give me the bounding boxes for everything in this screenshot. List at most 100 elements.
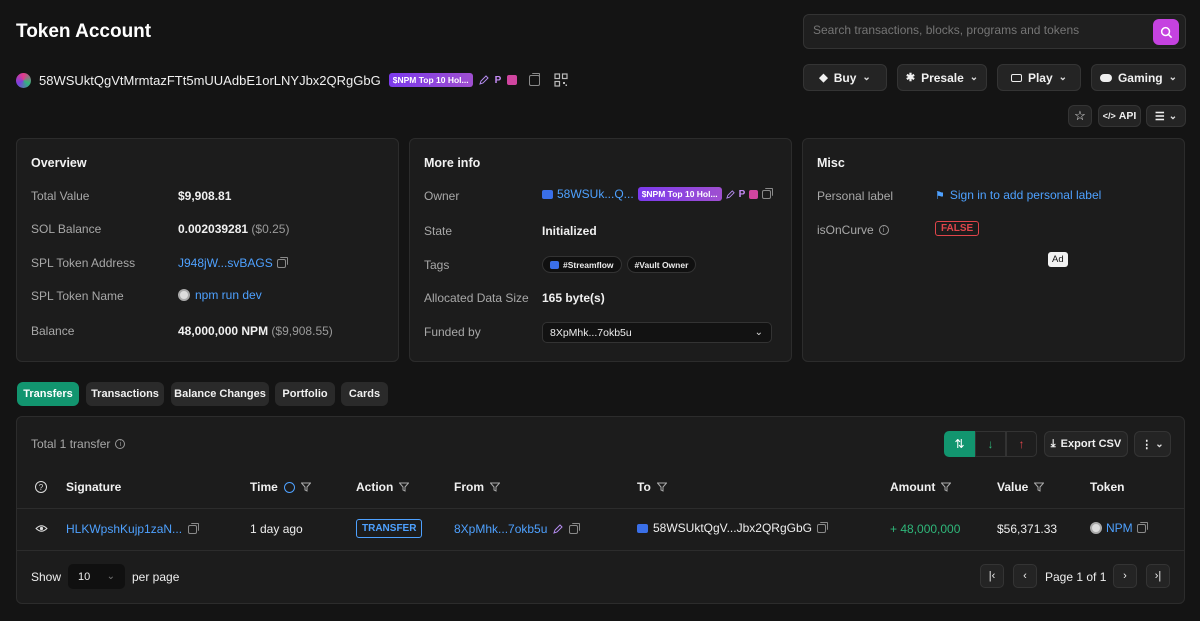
chevron-down-icon: ⌄	[1168, 72, 1178, 83]
eye-icon[interactable]	[35, 524, 48, 533]
on-curve-badge: FALSE	[935, 221, 980, 236]
per-page-select[interactable]: 10 ⌄	[68, 564, 125, 589]
copy-icon[interactable]	[569, 522, 581, 534]
copy-icon[interactable]	[188, 522, 200, 534]
filter-icon[interactable]	[1034, 482, 1045, 492]
to-header[interactable]: To	[637, 480, 667, 494]
from-cell[interactable]: 8XpMhk...7okb5u	[454, 522, 581, 536]
gamepad-icon	[1099, 73, 1112, 82]
ad-label[interactable]: Ad	[1048, 252, 1068, 267]
chevron-down-icon: ⌄	[969, 72, 979, 83]
is-on-curve-label: isOnCurve i	[817, 223, 889, 237]
tab-portfolio[interactable]: Portfolio	[275, 382, 335, 406]
total-transfers: Total 1 transfer i	[31, 437, 126, 451]
owner-top-holder-badge[interactable]: $NPM Top 10 Hol...	[637, 187, 722, 201]
pencil-icon[interactable]	[725, 189, 735, 199]
download-icon: ⤓	[1050, 437, 1056, 450]
filter-icon[interactable]	[300, 482, 311, 492]
copy-icon[interactable]	[1136, 521, 1148, 533]
action-header[interactable]: Action	[356, 480, 410, 494]
filter-icon[interactable]	[656, 482, 667, 492]
funded-by-select[interactable]: 8XpMhk...7okb5u ⌄	[542, 322, 772, 343]
pencil-icon[interactable]	[478, 75, 489, 85]
export-csv-button[interactable]: ⤓ Export CSV	[1044, 431, 1128, 457]
search-bar[interactable]	[803, 14, 1186, 49]
tab-transfers[interactable]: Transfers	[17, 382, 79, 406]
top-holder-badge[interactable]: $NPM Top 10 Hol...	[388, 73, 473, 87]
time-cell: 1 day ago	[250, 522, 303, 536]
filter-icon[interactable]	[399, 482, 410, 492]
state-value: Initialized	[542, 224, 597, 238]
sign-in-link[interactable]: ⚑ Sign in to add personal label	[935, 188, 1101, 202]
show-label: Show	[31, 570, 62, 584]
spl-address[interactable]: J948jW...svBAGS	[178, 256, 288, 270]
sort-both-button[interactable]: ⇅	[944, 431, 975, 457]
copy-icon[interactable]	[762, 187, 774, 199]
column-menu-button[interactable]: ⋮ ⌄	[1134, 431, 1171, 457]
list-menu-button[interactable]: ☰ ⌄	[1146, 105, 1186, 127]
tag-streamflow[interactable]: #Streamflow	[542, 256, 622, 273]
info-icon[interactable]: i	[115, 439, 126, 449]
qr-code-icon[interactable]	[554, 73, 568, 87]
amount-cell: + 48,000,000	[890, 522, 961, 536]
api-button[interactable]: </> API	[1098, 105, 1141, 127]
to-cell[interactable]: 58WSUktQgV...Jbx2QRgGbG	[637, 521, 828, 535]
balance-label: Balance	[31, 324, 75, 338]
token-icon	[1090, 522, 1102, 534]
copy-icon[interactable]	[816, 521, 828, 533]
account-address[interactable]: 58WSUktQgVtMrmtazFTt5mUUAdbE1orLNYJbx2QR…	[39, 73, 381, 88]
page-title: Token Account	[16, 21, 152, 42]
tab-cards[interactable]: Cards	[341, 382, 388, 406]
misc-card: Misc Personal label ⚑ Sign in to add pers…	[802, 138, 1185, 362]
owner-label: Owner	[424, 189, 460, 203]
address-row: 58WSUktQgVtMrmtazFTt5mUUAdbE1orLNYJbx2QR…	[16, 70, 568, 90]
info-icon[interactable]: i	[878, 225, 889, 235]
chevron-down-icon: ⌄	[106, 571, 115, 582]
transfers-card: Total 1 transfer i ⇅ ↓ ↑ ⤓ Export CSV ⋮ ⌄ …	[16, 416, 1185, 604]
buy-button[interactable]: ◆ Buy ⌄	[803, 64, 887, 91]
code-icon: </>	[1102, 111, 1116, 121]
last-page-icon: ›|	[1154, 570, 1162, 582]
spl-name-label: SPL Token Name	[31, 289, 124, 303]
tab-balance-changes[interactable]: Balance Changes	[171, 382, 269, 406]
token-header: Token	[1090, 480, 1125, 494]
incoming-filter-button[interactable]: ↓	[975, 431, 1006, 457]
page-indicator: Page 1 of 1	[1045, 570, 1107, 584]
spl-name[interactable]: npm run dev	[178, 288, 262, 302]
from-header[interactable]: From	[454, 480, 500, 494]
time-header[interactable]: Time	[250, 480, 311, 494]
token-icon	[178, 289, 190, 301]
copy-icon[interactable]	[276, 256, 288, 268]
next-page-button[interactable]: ›	[1113, 564, 1137, 588]
play-button[interactable]: Play ⌄	[997, 64, 1081, 91]
monitor-icon	[1010, 73, 1022, 82]
owner[interactable]: 58WSUk...Q... $NPM Top 10 Hol... P	[542, 187, 774, 201]
outgoing-filter-button[interactable]: ↑	[1006, 431, 1037, 457]
sol-balance-label: SOL Balance	[31, 222, 102, 236]
token-cell[interactable]: NPM	[1090, 521, 1148, 535]
tag-vault-owner[interactable]: #Vault Owner	[626, 256, 697, 273]
clock-icon[interactable]	[283, 481, 295, 493]
balance: 48,000,000 NPM ($9,908.55)	[178, 324, 333, 338]
prev-page-button[interactable]: ‹	[1013, 564, 1037, 588]
search-button[interactable]	[1153, 19, 1179, 45]
presale-button[interactable]: ✱ Presale ⌄	[897, 64, 987, 91]
last-page-button[interactable]: ›|	[1146, 564, 1170, 588]
sort-icon: ⇅	[954, 437, 965, 451]
signature-cell[interactable]: HLKWpshKujp1zaN...	[66, 522, 200, 536]
search-input[interactable]	[813, 23, 1143, 37]
pencil-icon[interactable]	[553, 524, 564, 534]
filter-icon[interactable]	[941, 482, 952, 492]
amount-header[interactable]: Amount	[890, 480, 952, 494]
tab-transactions[interactable]: Transactions	[86, 382, 164, 406]
question-icon[interactable]: ?	[35, 481, 47, 493]
first-page-button[interactable]: |‹	[980, 564, 1004, 588]
favorite-button[interactable]: ☆	[1068, 105, 1092, 127]
filter-icon[interactable]	[490, 482, 500, 492]
token-avatar-icon	[16, 72, 31, 88]
value-cell: $56,371.33	[997, 522, 1058, 536]
copy-icon[interactable]	[529, 72, 541, 86]
dots-icon: ⋮	[1141, 438, 1153, 451]
value-header[interactable]: Value	[997, 480, 1045, 494]
gaming-button[interactable]: Gaming ⌄	[1091, 64, 1186, 91]
